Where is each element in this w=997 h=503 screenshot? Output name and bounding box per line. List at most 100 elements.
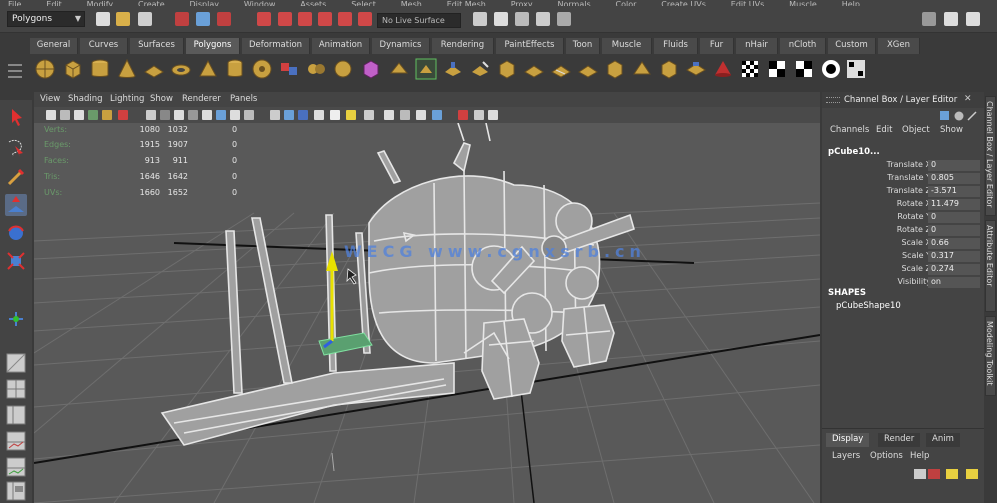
shelf-tab-animation[interactable]: Animation xyxy=(312,38,370,54)
attribute-toggle-icon[interactable] xyxy=(954,111,964,121)
shelf-tab-deformation[interactable]: Deformation xyxy=(242,38,310,54)
bookmarks-icon[interactable] xyxy=(74,110,84,120)
wireframe-icon[interactable] xyxy=(270,110,280,120)
depth-of-field-icon[interactable] xyxy=(416,110,426,120)
scale-tool-icon[interactable] xyxy=(5,250,27,272)
image-plane-icon[interactable] xyxy=(88,110,98,120)
shelf-tab-painteffects[interactable]: PaintEffects xyxy=(496,38,564,54)
attr-rotate-x[interactable]: Rotate X 11.479 xyxy=(822,199,984,211)
insert-edge-loop-icon[interactable] xyxy=(550,58,572,80)
live-surface-field[interactable]: No Live Surface xyxy=(377,13,461,28)
render-icon[interactable] xyxy=(515,12,529,26)
engine-cylinder-right[interactable] xyxy=(565,266,599,300)
move-down-layer-icon[interactable] xyxy=(966,469,978,479)
snap-surface-icon[interactable] xyxy=(338,12,352,26)
camera-attributes-icon[interactable] xyxy=(60,110,70,120)
resolution-gate-icon[interactable] xyxy=(174,110,184,120)
extract-icon[interactable] xyxy=(332,58,354,80)
shelf-tab-fluids[interactable]: Fluids xyxy=(654,38,698,54)
hypershade-layout-icon[interactable] xyxy=(5,456,27,478)
select-by-hierarchy-icon[interactable] xyxy=(175,12,189,26)
outliner-layout-icon[interactable] xyxy=(5,480,27,502)
wheel-right[interactable] xyxy=(561,304,615,368)
safe-title-icon[interactable] xyxy=(230,110,240,120)
cylindrical-mapping-icon[interactable] xyxy=(712,58,734,80)
side-tab-attribute-editor[interactable]: Attribute Editor xyxy=(985,220,996,312)
viewport-menu-show[interactable]: Show xyxy=(150,94,173,104)
select-by-object-icon[interactable] xyxy=(196,12,210,26)
side-tab-channel-box[interactable]: Channel Box / Layer Editor xyxy=(985,96,996,216)
shelf-tab-fur[interactable]: Fur xyxy=(700,38,734,54)
grid-toggle-icon[interactable] xyxy=(146,110,156,120)
grease-pencil-icon[interactable] xyxy=(118,110,128,120)
xray-icon[interactable] xyxy=(458,110,468,120)
poly-prism-icon[interactable] xyxy=(197,58,219,80)
poly-torus-icon[interactable] xyxy=(170,58,192,80)
persp-outliner-layout-icon[interactable] xyxy=(5,404,27,426)
render-view-icon[interactable] xyxy=(494,12,508,26)
attr-scale-y[interactable]: Scale Y 0.317 xyxy=(822,251,984,263)
hud-toggle-icon[interactable] xyxy=(244,110,254,120)
shelf-tab-general[interactable]: General xyxy=(30,38,78,54)
poly-plane-icon[interactable] xyxy=(143,58,165,80)
move-tool-icon[interactable] xyxy=(5,194,27,216)
snap-curve-icon[interactable] xyxy=(278,12,292,26)
shelf-tab-nhair[interactable]: nHair xyxy=(736,38,778,54)
isolate-select-icon[interactable] xyxy=(432,110,442,120)
wireframe-on-shaded-icon[interactable] xyxy=(298,110,308,120)
attribute-editor-toggle-icon[interactable] xyxy=(922,12,936,26)
panel-grip-icon[interactable] xyxy=(826,97,840,103)
gate-mask-icon[interactable] xyxy=(188,110,198,120)
offset-edge-loop-icon[interactable] xyxy=(577,58,599,80)
extrude-icon[interactable] xyxy=(415,58,437,80)
new-scene-icon[interactable] xyxy=(96,12,110,26)
field-chart-icon[interactable] xyxy=(202,110,212,120)
channel-box-menu-object[interactable]: Object xyxy=(902,125,930,135)
shadows-icon[interactable] xyxy=(346,110,356,120)
move-up-layer-icon[interactable] xyxy=(946,469,958,479)
automatic-mapping-icon[interactable] xyxy=(793,58,815,80)
snap-point-icon[interactable] xyxy=(298,12,312,26)
motion-blur-icon[interactable] xyxy=(384,110,394,120)
persp-graph-layout-icon[interactable] xyxy=(5,430,27,452)
shelf-tab-curves[interactable]: Curves xyxy=(80,38,128,54)
channel-box-menu-show[interactable]: Show xyxy=(940,125,963,135)
lasso-tool-icon[interactable] xyxy=(5,136,27,158)
viewport-menu-renderer[interactable]: Renderer xyxy=(182,94,221,104)
shelf-tab-muscle[interactable]: Muscle xyxy=(602,38,652,54)
xray-joints-icon[interactable] xyxy=(474,110,484,120)
select-camera-icon[interactable] xyxy=(46,110,56,120)
safe-action-icon[interactable] xyxy=(216,110,226,120)
viewport-menu-lighting[interactable]: Lighting xyxy=(110,94,144,104)
fill-hole-icon[interactable] xyxy=(496,58,518,80)
snap-plane-icon[interactable] xyxy=(318,12,332,26)
render-settings-icon[interactable] xyxy=(473,12,487,26)
shelf-tab-dynamics[interactable]: Dynamics xyxy=(372,38,430,54)
pencil-icon[interactable] xyxy=(967,111,977,121)
perspective-viewport[interactable]: View Shading Lighting Show Renderer Pane… xyxy=(34,92,820,503)
spherical-mapping-icon[interactable] xyxy=(766,58,788,80)
layer-tab-anim[interactable]: Anim xyxy=(926,433,960,447)
layer-menu-help[interactable]: Help xyxy=(910,451,929,461)
channel-box-toggle-icon[interactable] xyxy=(940,111,949,120)
attr-scale-x[interactable]: Scale X 0.66 xyxy=(822,238,984,250)
screen-space-ao-icon[interactable] xyxy=(364,110,374,120)
two-d-pan-zoom-icon[interactable] xyxy=(102,110,112,120)
layer-menu-options[interactable]: Options xyxy=(870,451,903,461)
close-icon[interactable]: ✕ xyxy=(964,94,972,104)
rotate-tool-icon[interactable] xyxy=(5,222,27,244)
attr-translate-z[interactable]: Translate Z -3.571 xyxy=(822,186,984,198)
bridge-icon[interactable] xyxy=(442,58,464,80)
shelf-tab-surfaces[interactable]: Surfaces xyxy=(130,38,184,54)
shape-node-name[interactable]: pCubeShape10 xyxy=(836,301,901,311)
shelf-tab-polygons[interactable]: Polygons xyxy=(186,38,240,54)
xray-active-components-icon[interactable] xyxy=(488,110,498,120)
hypershade-icon[interactable] xyxy=(557,12,571,26)
paint-select-tool-icon[interactable] xyxy=(5,166,27,188)
use-all-lights-icon[interactable] xyxy=(330,110,340,120)
menu-set-dropdown[interactable]: Polygons ▼ xyxy=(7,11,85,27)
channel-box-toggle-icon[interactable] xyxy=(966,12,980,26)
poly-cylinder-icon[interactable] xyxy=(89,58,111,80)
select-tool-icon[interactable] xyxy=(5,106,27,128)
attr-translate-y[interactable]: Translate Y 0.805 xyxy=(822,173,984,185)
